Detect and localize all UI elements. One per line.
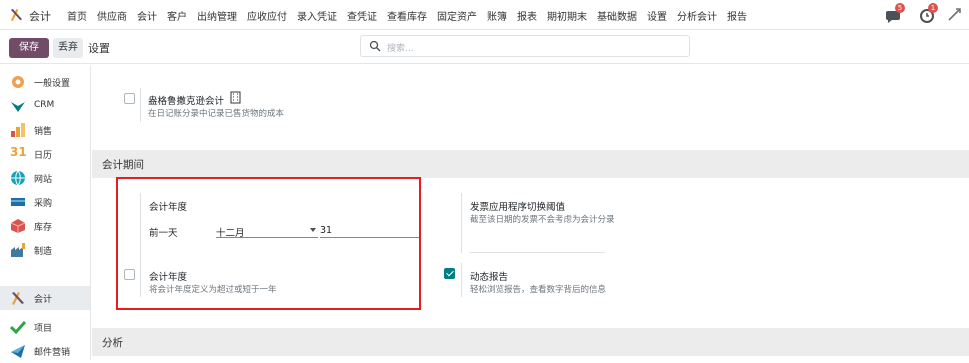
activities-badge: 1 [928, 3, 938, 13]
general-settings-icon [12, 76, 24, 88]
anglo-saxon-title: 盎格鲁撒克逊会计 [148, 96, 225, 107]
setting-divider [461, 193, 462, 253]
sidebar-item-sales[interactable]: 销售 [0, 118, 90, 142]
inventory-icon [10, 219, 26, 233]
purchase-icon [11, 198, 25, 206]
control-panel: 保存 丢弃 设置 搜索... [0, 30, 969, 64]
menu-item-search-voucher[interactable]: 查凭证 [347, 8, 377, 23]
dynamic-reports-title: 动态报告 [470, 272, 509, 283]
sidebar-item-label: 邮件营销 [34, 348, 71, 358]
main-menu: 首页 供应商 会计 客户 出纳管理 应收应付 录入凭证 查凭证 查看库存 固定资… [67, 8, 757, 23]
menu-item-enter-voucher[interactable]: 录入凭证 [297, 8, 337, 23]
breadcrumb: 设置 [88, 42, 110, 55]
website-icon [11, 170, 25, 186]
crm-icon [11, 102, 25, 112]
sidebar-item-general[interactable]: 一般设置 [0, 70, 90, 94]
top-navbar: 会计 首页 供应商 会计 客户 出纳管理 应收应付 录入凭证 查凭证 查看库存 … [0, 0, 969, 30]
discard-button[interactable]: 丢弃 [53, 38, 83, 58]
menu-item-reports[interactable]: 报表 [517, 8, 537, 23]
sidebar-item-email-marketing[interactable]: 邮件营销 [0, 339, 90, 363]
menu-item-accounting[interactable]: 会计 [137, 8, 157, 23]
sidebar-item-label: 销售 [34, 127, 53, 137]
dynamic-reports-checkbox[interactable] [444, 268, 455, 279]
section-fiscal-periods: 会计期间 [92, 150, 969, 178]
anglo-saxon-desc: 在日记账分录中记录已售货物的成本 [148, 109, 285, 119]
messages-button[interactable]: 5 [885, 3, 905, 25]
sidebar-item-label: 会计 [34, 295, 53, 305]
activities-button[interactable]: 1 [918, 3, 938, 25]
accounting-icon [12, 292, 24, 305]
sidebar-item-label: 制造 [34, 247, 53, 257]
menu-item-period-open-close[interactable]: 期初期末 [547, 8, 587, 23]
section-title: 会计期间 [102, 159, 144, 171]
menu-item-cashier[interactable]: 出纳管理 [197, 8, 237, 23]
sidebar-item-inventory[interactable]: 库存 [0, 214, 90, 238]
messages-badge: 5 [895, 3, 905, 13]
sidebar-item-website[interactable]: 网站 [0, 166, 90, 190]
sales-icon [11, 123, 25, 137]
menu-item-analytic-accounting[interactable]: 分析会计 [677, 8, 717, 23]
menu-item-customers[interactable]: 客户 [167, 8, 187, 23]
section-title: 分析 [102, 337, 123, 349]
menu-item-report[interactable]: 报告 [727, 8, 747, 23]
search-placeholder: 搜索... [387, 44, 414, 54]
project-icon [10, 320, 26, 335]
menu-item-view-stock[interactable]: 查看库存 [387, 8, 427, 23]
sidebar-item-purchase[interactable]: 采购 [0, 190, 90, 214]
sidebar-item-label: 网站 [34, 175, 53, 185]
search-input[interactable]: 搜索... [360, 35, 690, 57]
save-button[interactable]: 保存 [9, 38, 49, 58]
sidebar-item-accounting[interactable]: 会计 [0, 286, 90, 310]
sidebar-item-label: 一般设置 [34, 79, 71, 89]
building-icon [230, 91, 241, 104]
settings-sidebar: 一般设置 CRM 销售 31 日历 网站 采购 库存 制造 会计 项目 邮件营销 [0, 65, 91, 360]
email-marketing-icon [11, 345, 25, 358]
dynamic-reports-desc: 轻松浏览报告，查看数字背后的信息 [470, 285, 607, 295]
sidebar-item-calendar[interactable]: 31 日历 [0, 142, 90, 166]
invoicing-switch-desc: 截至该日期的发票不会考虑为会计分录 [470, 215, 615, 225]
menu-item-vendors[interactable]: 供应商 [97, 8, 127, 23]
menu-item-base-data[interactable]: 基础数据 [597, 8, 637, 23]
menu-item-home[interactable]: 首页 [67, 8, 87, 23]
section-analytics: 分析 [92, 328, 969, 356]
manufacturing-icon [11, 243, 25, 257]
menu-item-receivables-payables[interactable]: 应收应付 [247, 8, 287, 23]
accounting-app-icon[interactable] [9, 7, 24, 22]
sidebar-item-label: 日历 [34, 151, 53, 161]
calendar-icon: 31 [10, 145, 27, 159]
search-icon [369, 40, 381, 52]
anglo-saxon-checkbox[interactable] [124, 93, 135, 104]
debug-tools-icon[interactable] [945, 5, 965, 25]
invoicing-switch-date-input[interactable] [470, 252, 605, 253]
app-name[interactable]: 会计 [29, 8, 51, 24]
sidebar-item-label: 采购 [34, 199, 53, 209]
setting-divider [140, 88, 141, 122]
sidebar-item-label: 库存 [34, 223, 53, 233]
sidebar-item-project[interactable]: 项目 [0, 315, 90, 339]
invoicing-switch-title: 发票应用程序切换阈值 [470, 202, 566, 213]
sidebar-item-crm[interactable]: CRM [0, 94, 90, 118]
highlight-box [116, 177, 421, 310]
menu-item-fixed-assets[interactable]: 固定资产 [437, 8, 477, 23]
sidebar-item-label: 项目 [34, 324, 53, 334]
sidebar-item-label: CRM [34, 100, 55, 110]
sidebar-item-manufacturing[interactable]: 制造 [0, 238, 90, 262]
menu-item-settings[interactable]: 设置 [647, 8, 667, 23]
menu-item-ledgers[interactable]: 账簿 [487, 8, 507, 23]
setting-divider [461, 263, 462, 297]
